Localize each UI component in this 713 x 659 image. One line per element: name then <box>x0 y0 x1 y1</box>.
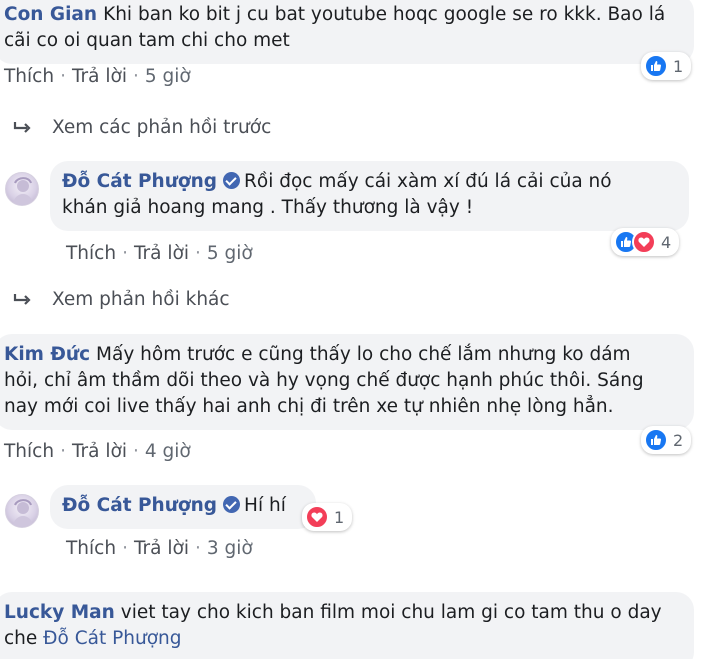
reply-actions: Thích · Trả lời · 3 giờ <box>66 538 253 559</box>
reply-bubble: Đỗ Cát Phượng Rồi đọc mấy cái xàm xí đú l… <box>50 161 689 231</box>
separator-dot: · <box>194 538 201 559</box>
view-previous-replies-label[interactable]: Xem các phản hồi trước <box>52 117 271 138</box>
reaction-summary[interactable]: 1 <box>641 52 692 80</box>
separator-dot: · <box>60 66 66 87</box>
tagged-user-link[interactable]: Đỗ Cát Phượng <box>43 628 181 649</box>
reply-arrow-icon <box>13 293 31 305</box>
like-link[interactable]: Thích <box>4 66 54 87</box>
reply-text: khán giả hoang mang . Thấy thương là vậy… <box>62 197 474 218</box>
separator-dot: · <box>122 538 128 559</box>
comment-text: nay mới coi live thấy hai anh chị đi trê… <box>4 396 614 417</box>
like-reaction-icon <box>644 428 668 452</box>
separator-dot: · <box>132 66 139 87</box>
comment-text: cãi co oi quan tam chi cho met <box>4 30 290 51</box>
reply-text: Rồi đọc mấy cái xàm xí đú lá cải của nó <box>244 171 612 192</box>
comment-actions: Thích · Trả lời · 5 giờ <box>4 66 191 87</box>
reply-link[interactable]: Trả lời <box>72 441 127 462</box>
reaction-count: 1 <box>673 56 684 76</box>
reply-author[interactable]: Đỗ Cát Phượng <box>62 171 217 192</box>
verified-badge-icon <box>223 172 241 189</box>
reaction-summary[interactable]: 1 <box>302 503 353 531</box>
separator-dot: · <box>122 243 128 264</box>
love-reaction-icon <box>632 230 656 254</box>
comment-author[interactable]: Con Gian <box>4 4 97 25</box>
like-link[interactable]: Thích <box>4 441 54 462</box>
separator-dot: · <box>60 441 66 462</box>
comment-bubble: Con Gian Khi ban ko bit j cu bat youtube … <box>0 0 694 64</box>
comment-bubble: Kim Đức Mấy hôm trước e cũng thấy lo cho … <box>0 334 694 430</box>
reply-author[interactable]: Đỗ Cát Phượng <box>62 495 217 516</box>
like-link[interactable]: Thích <box>66 538 116 559</box>
verified-badge-icon <box>223 496 241 513</box>
reply-text: Hí hí <box>244 495 286 516</box>
reply-timestamp[interactable]: 5 giờ <box>207 243 253 264</box>
separator-dot: · <box>132 441 139 462</box>
reply-actions: Thích · Trả lời · 5 giờ <box>66 243 253 264</box>
avatar[interactable] <box>5 494 39 528</box>
comment-text: Mấy hôm trước e cũng thấy lo cho chế lắm… <box>96 344 631 365</box>
separator-dot: · <box>194 243 201 264</box>
view-other-replies[interactable]: Xem phản hồi khác <box>12 289 230 310</box>
reaction-summary[interactable]: 4 <box>611 228 680 256</box>
avatar[interactable] <box>5 172 39 206</box>
comment-timestamp[interactable]: 4 giờ <box>145 441 191 462</box>
comment-timestamp[interactable]: 5 giờ <box>145 66 191 87</box>
comment-bubble: Lucky Man viet tay cho kich ban film moi … <box>0 592 694 659</box>
like-link[interactable]: Thích <box>66 243 116 264</box>
comment-text: Khi ban ko bit j cu bat youtube hoqc goo… <box>103 4 666 25</box>
love-reaction-icon <box>305 505 329 529</box>
comment-text: che <box>4 628 38 649</box>
view-other-replies-label[interactable]: Xem phản hồi khác <box>52 289 230 310</box>
comment-author[interactable]: Lucky Man <box>4 602 115 623</box>
comment-text: hỏi, chỉ âm thầm dõi theo và hy vọng chế… <box>4 370 644 391</box>
avatar-image <box>12 177 34 205</box>
reaction-count: 2 <box>673 430 684 450</box>
comment-actions: Thích · Trả lời · 4 giờ <box>4 441 191 462</box>
avatar-image <box>12 499 34 527</box>
reaction-count: 1 <box>334 507 345 527</box>
comment-author[interactable]: Kim Đức <box>4 344 90 365</box>
like-reaction-icon <box>644 54 668 78</box>
reply-link[interactable]: Trả lời <box>134 243 189 264</box>
reaction-summary[interactable]: 2 <box>641 426 692 454</box>
reply-bubble: Đỗ Cát Phượng Hí hí <box>50 485 316 529</box>
reply-link[interactable]: Trả lời <box>134 538 189 559</box>
reply-link[interactable]: Trả lời <box>72 66 127 87</box>
view-previous-replies[interactable]: Xem các phản hồi trước <box>12 117 271 138</box>
reply-timestamp[interactable]: 3 giờ <box>207 538 253 559</box>
reaction-count: 4 <box>661 232 672 252</box>
comment-text: viet tay cho kich ban film moi chu lam g… <box>120 602 662 623</box>
reply-arrow-icon <box>13 121 31 133</box>
